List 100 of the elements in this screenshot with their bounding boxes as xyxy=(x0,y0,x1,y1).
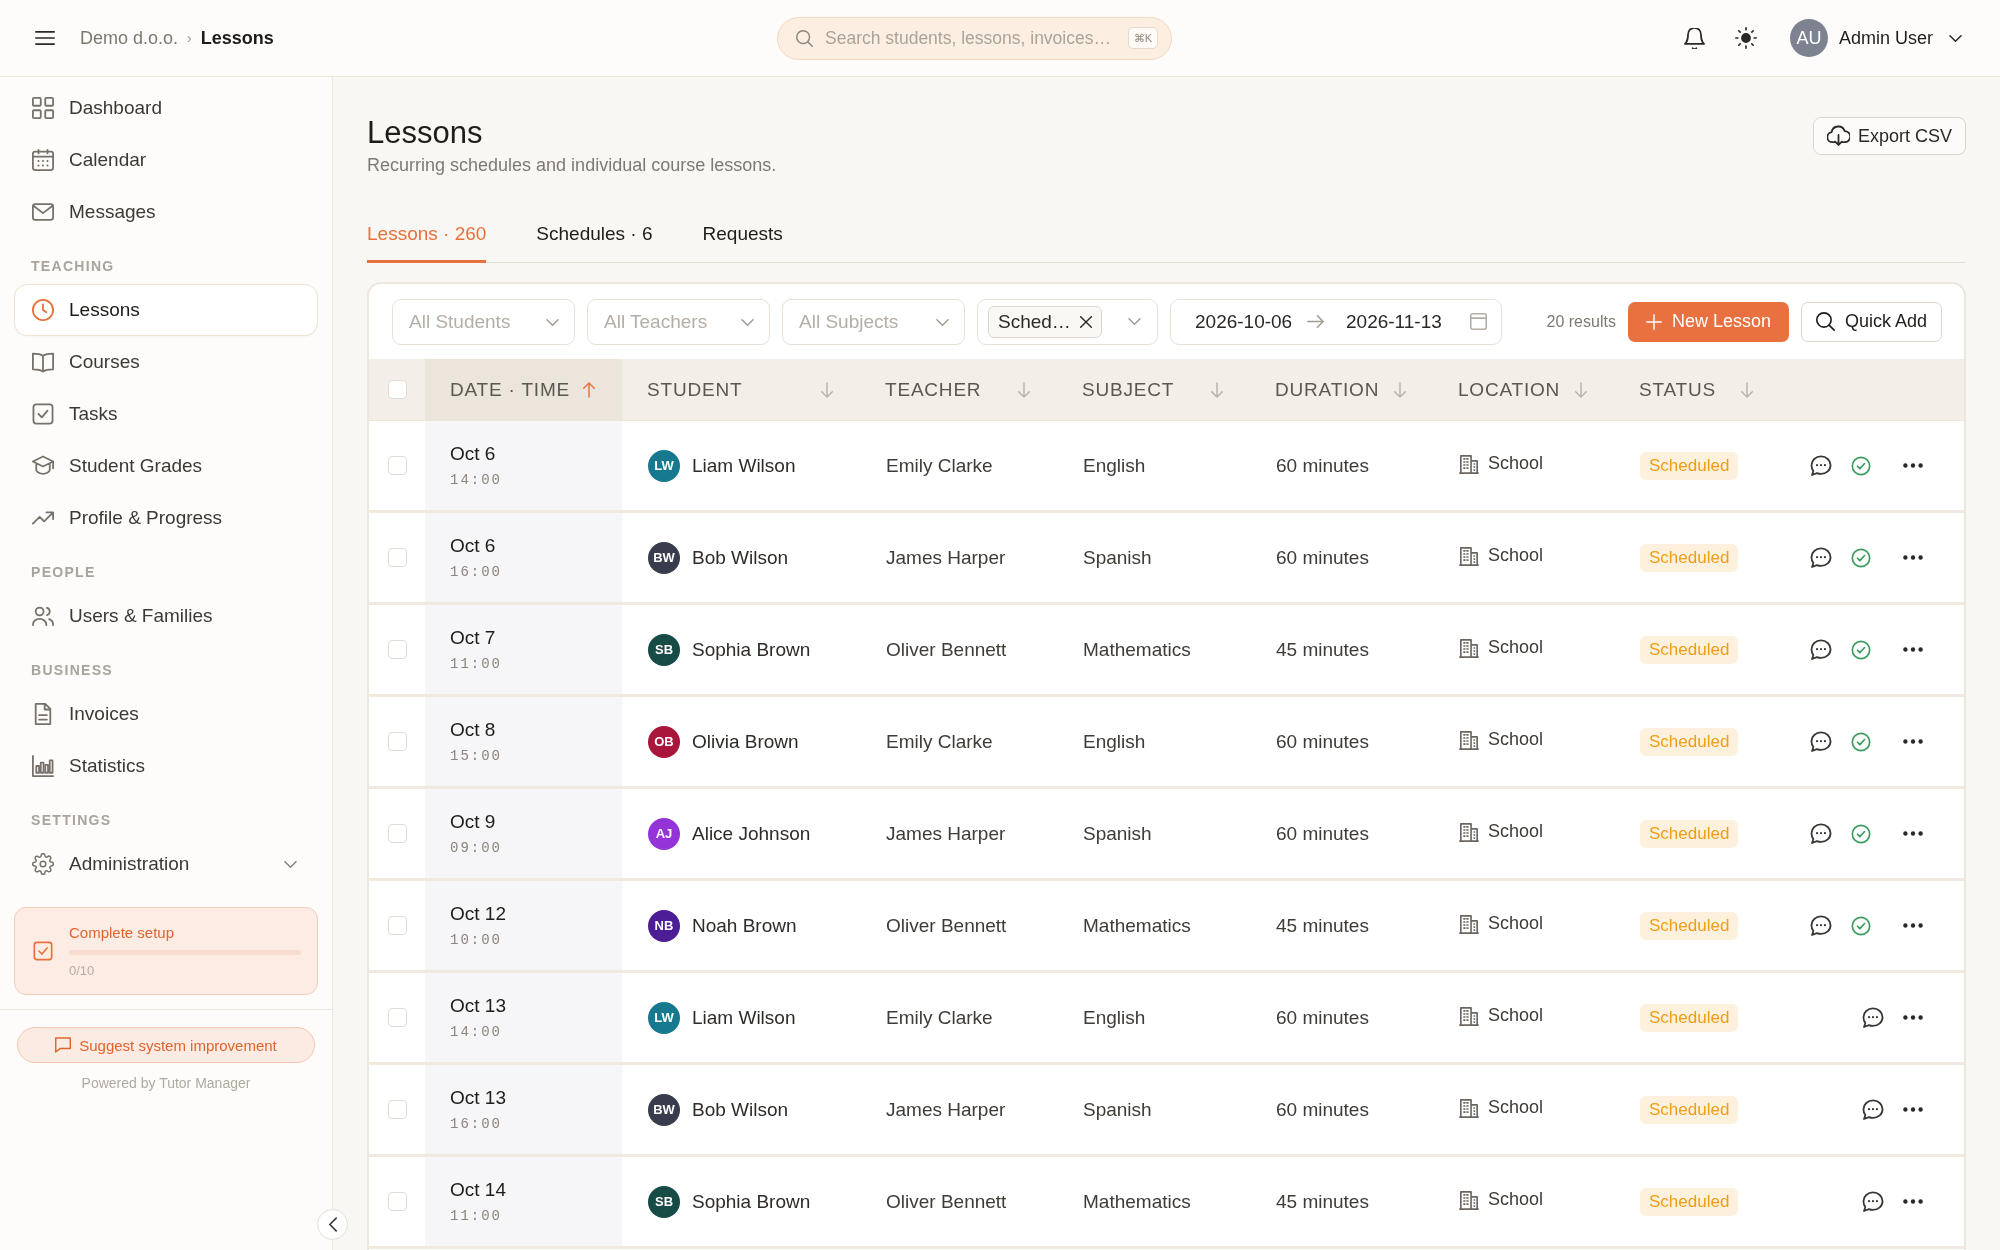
check-circle-icon[interactable] xyxy=(1851,455,1871,476)
chevron-down-icon xyxy=(546,318,559,326)
more-icon[interactable] xyxy=(1903,739,1923,744)
teacher-name: James Harper xyxy=(886,546,1006,569)
student-name: Sophia Brown xyxy=(692,638,811,661)
subject-name: Mathematics xyxy=(1083,1190,1191,1213)
bell-icon[interactable] xyxy=(1683,27,1705,49)
column-header[interactable]: TEACHER xyxy=(860,359,1057,420)
more-icon[interactable] xyxy=(1903,1199,1923,1204)
sidebar-item[interactable]: Tasks xyxy=(14,388,318,440)
lesson-time: 15:00 xyxy=(450,748,502,764)
column-header[interactable]: SUBJECT xyxy=(1057,359,1250,420)
column-header[interactable]: DATE · TIME xyxy=(425,359,622,420)
tab[interactable]: Requests xyxy=(702,222,783,263)
sidebar-item[interactable]: Profile & Progress xyxy=(14,492,318,544)
sidebar-item[interactable]: Dashboard xyxy=(14,82,318,134)
column-header[interactable]: STUDENT xyxy=(622,359,860,420)
sidebar-item[interactable]: Users & Families xyxy=(14,590,318,642)
column-header[interactable]: STATUS xyxy=(1614,359,1780,420)
chevron-down-icon[interactable] xyxy=(1949,34,1962,42)
teacher-name: James Harper xyxy=(886,822,1006,845)
plus-icon xyxy=(1645,313,1662,330)
status-badge: Scheduled xyxy=(1640,1187,1739,1216)
speech-bubble-icon[interactable] xyxy=(1810,638,1832,661)
row-checkbox[interactable] xyxy=(388,824,407,843)
more-icon[interactable] xyxy=(1903,647,1923,652)
footer-text: Powered by Tutor Manager xyxy=(81,1075,251,1091)
end-date-input[interactable]: 2026-11-13 xyxy=(1346,310,1450,333)
more-icon[interactable] xyxy=(1903,555,1923,560)
check-circle-icon[interactable] xyxy=(1851,547,1871,568)
more-icon[interactable] xyxy=(1903,1015,1923,1020)
sidebar-item[interactable]: Courses xyxy=(14,336,318,388)
student-avatar: LW xyxy=(648,1001,680,1034)
duration-text: 60 minutes xyxy=(1276,1098,1369,1121)
row-checkbox[interactable] xyxy=(388,456,407,475)
users-icon xyxy=(32,605,54,627)
speech-bubble-icon[interactable] xyxy=(1810,730,1832,753)
start-date-input[interactable]: 2026-10-06 xyxy=(1195,310,1299,333)
sidebar-item[interactable]: Invoices xyxy=(14,688,318,740)
sidebar-item[interactable]: Lessons xyxy=(14,284,318,336)
row-checkbox[interactable] xyxy=(388,1100,407,1119)
status-badge: Scheduled xyxy=(1640,727,1739,756)
filter-dropdown[interactable]: All Subjects xyxy=(782,298,965,345)
book-icon xyxy=(32,351,54,373)
speech-bubble-icon[interactable] xyxy=(1862,1098,1884,1121)
check-circle-icon[interactable] xyxy=(1851,915,1871,936)
location-name: School xyxy=(1488,453,1544,474)
setup-title: Complete setup xyxy=(69,924,175,941)
location-name: School xyxy=(1488,1189,1544,1210)
more-icon[interactable] xyxy=(1903,923,1923,928)
check-circle-icon[interactable] xyxy=(1851,823,1871,844)
row-checkbox[interactable] xyxy=(388,1192,407,1211)
sidebar-item[interactable]: Statistics xyxy=(14,740,318,792)
sidebar-item[interactable]: Messages xyxy=(14,186,318,238)
more-icon[interactable] xyxy=(1903,831,1923,836)
row-checkbox[interactable] xyxy=(388,640,407,659)
breadcrumb-link[interactable]: Demo d.o.o. xyxy=(80,27,179,49)
collapse-sidebar-button[interactable] xyxy=(317,1209,348,1240)
menu-icon[interactable] xyxy=(35,31,55,45)
row-checkbox[interactable] xyxy=(388,1008,407,1027)
export-csv-button[interactable]: Export CSV xyxy=(1812,117,1966,155)
user-name[interactable]: Admin User xyxy=(1838,27,1933,49)
row-checkbox[interactable] xyxy=(388,732,407,751)
user-avatar[interactable]: AU xyxy=(1789,19,1828,57)
speech-bubble-icon[interactable] xyxy=(1862,1190,1884,1213)
speech-bubble-icon[interactable] xyxy=(1810,914,1832,937)
tab[interactable]: Schedules · 6 xyxy=(536,222,653,263)
building-icon xyxy=(1459,453,1479,474)
more-icon[interactable] xyxy=(1903,1107,1923,1112)
filter-chip[interactable]: Sched… xyxy=(988,305,1102,338)
speech-bubble-icon[interactable] xyxy=(1810,454,1832,477)
filter-dropdown[interactable]: All Teachers xyxy=(587,298,770,345)
check-circle-icon[interactable] xyxy=(1851,639,1871,660)
more-icon[interactable] xyxy=(1903,463,1923,468)
teacher-name: Emily Clarke xyxy=(886,730,993,753)
speech-bubble-icon[interactable] xyxy=(1862,1006,1884,1029)
quick-add-button[interactable]: Quick Add xyxy=(1800,301,1942,342)
lesson-date: Oct 13 xyxy=(450,995,506,1017)
speech-bubble-icon[interactable] xyxy=(1810,822,1832,845)
select-all-checkbox[interactable] xyxy=(388,380,407,399)
checked-square-icon xyxy=(33,941,53,961)
speech-bubble-icon[interactable] xyxy=(1810,546,1832,569)
row-checkbox[interactable] xyxy=(388,916,407,935)
filter-dropdown[interactable]: All Students xyxy=(392,298,575,345)
sidebar-item[interactable]: Administration xyxy=(14,838,318,890)
checked-square-icon xyxy=(32,403,54,425)
row-checkbox[interactable] xyxy=(388,548,407,567)
sidebar-item[interactable]: Student Grades xyxy=(14,440,318,492)
column-header[interactable]: DURATION xyxy=(1250,359,1433,420)
sidebar-item[interactable]: Calendar xyxy=(14,134,318,186)
subject-name: Spanish xyxy=(1083,822,1152,845)
column-header[interactable]: LOCATION xyxy=(1433,359,1614,420)
sun-icon[interactable] xyxy=(1734,27,1757,49)
date-range-field[interactable]: 2026-10-06 2026-11-13 xyxy=(1170,298,1502,345)
check-circle-icon[interactable] xyxy=(1851,731,1871,752)
subject-name: Mathematics xyxy=(1083,638,1191,661)
lesson-date: Oct 13 xyxy=(450,1087,506,1109)
status-filter[interactable]: Sched… xyxy=(977,298,1158,345)
breadcrumb-current: Lessons xyxy=(200,27,274,49)
close-icon[interactable] xyxy=(1079,315,1092,328)
